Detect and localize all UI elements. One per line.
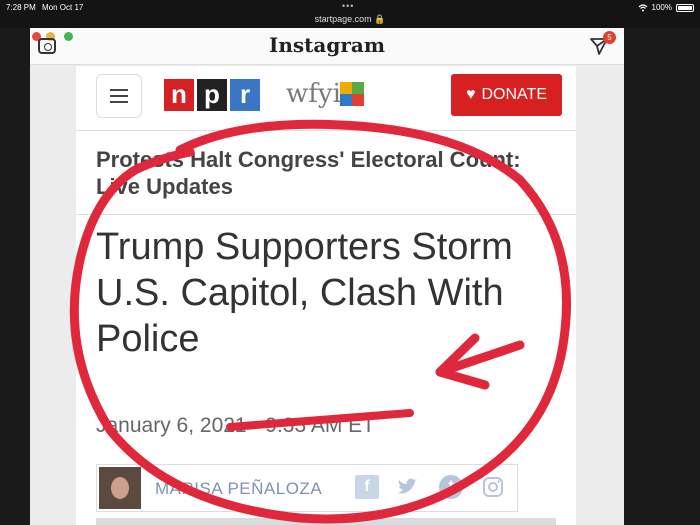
phone-screenshot: Instagram 5 n p r wfyi ♥ DONATE Protests… xyxy=(30,28,624,525)
tumblr-icon[interactable]: t xyxy=(439,475,463,499)
instagram-logo: Instagram xyxy=(269,33,385,57)
wifi-icon xyxy=(638,3,647,11)
heart-icon: ♥ xyxy=(466,86,476,103)
donate-label: DONATE xyxy=(481,86,547,103)
date-separator: · xyxy=(252,414,260,437)
article-date: January 6, 2021 xyxy=(96,414,247,437)
live-updates-title[interactable]: Protests Halt Congress' Electoral Count:… xyxy=(96,146,556,200)
npr-logo-n: n xyxy=(164,79,194,111)
status-time: 7:28 PM xyxy=(6,3,36,12)
article-dateline: January 6, 2021 · 9:33 AM ET xyxy=(96,414,375,438)
more-dots-icon[interactable]: ••• xyxy=(342,1,354,11)
npr-logo-r: r xyxy=(230,79,260,111)
wfyi-logo[interactable]: wfyi xyxy=(286,79,341,109)
wfyi-mark-icon xyxy=(340,82,364,106)
url-text: startpage.com xyxy=(314,14,372,24)
status-right: 100% xyxy=(638,3,694,12)
byline: MARISA PEÑALOZA f t xyxy=(96,464,518,512)
address-bar[interactable]: startpage.com 🔒 xyxy=(0,14,700,25)
status-bar: 7:28 PM Mon Oct 17 ••• startpage.com 🔒 1… xyxy=(0,0,700,28)
article-time: 9:33 AM ET xyxy=(265,414,376,437)
menu-icon xyxy=(110,89,128,91)
donate-button[interactable]: ♥ DONATE xyxy=(451,74,562,116)
npr-logo-p: p xyxy=(197,79,227,111)
author-avatar[interactable] xyxy=(99,467,141,509)
instagram-share-icon[interactable] xyxy=(481,475,505,499)
lock-icon: 🔒 xyxy=(374,14,386,24)
facebook-icon[interactable]: f xyxy=(355,475,379,499)
twitter-icon[interactable] xyxy=(395,475,419,499)
article-image-preview xyxy=(96,518,556,525)
battery-percent: 100% xyxy=(651,3,672,12)
battery-icon xyxy=(676,3,694,12)
menu-button[interactable] xyxy=(96,74,142,118)
notification-badge: 5 xyxy=(603,31,616,44)
npr-article: n p r wfyi ♥ DONATE Protests Halt Congre… xyxy=(76,66,576,525)
npr-header: n p r wfyi ♥ DONATE xyxy=(76,66,576,131)
divider xyxy=(76,214,576,215)
author-name[interactable]: MARISA PEÑALOZA xyxy=(155,479,322,499)
npr-logo[interactable]: n p r xyxy=(164,79,260,111)
status-date: Mon Oct 17 xyxy=(42,3,84,12)
instagram-header: Instagram 5 xyxy=(30,28,624,65)
article-headline: Trump Supporters Storm U.S. Capitol, Cla… xyxy=(96,226,513,360)
